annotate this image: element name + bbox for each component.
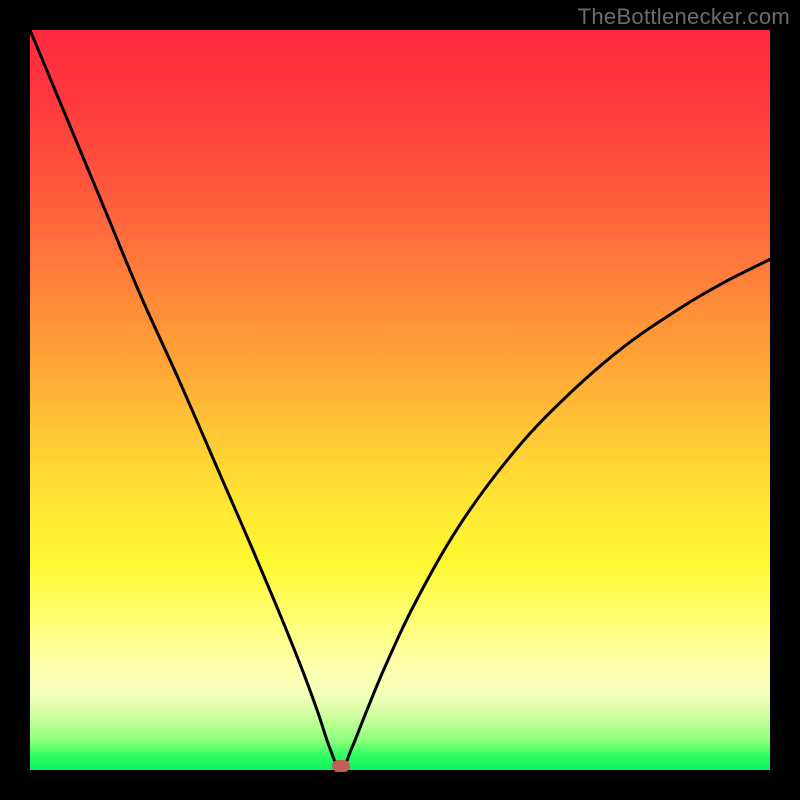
minimum-marker xyxy=(332,760,350,772)
bottleneck-curve xyxy=(30,30,770,770)
plot-area xyxy=(30,30,770,770)
watermark-text: TheBottlenecker.com xyxy=(578,4,790,30)
chart-frame: TheBottlenecker.com xyxy=(0,0,800,800)
